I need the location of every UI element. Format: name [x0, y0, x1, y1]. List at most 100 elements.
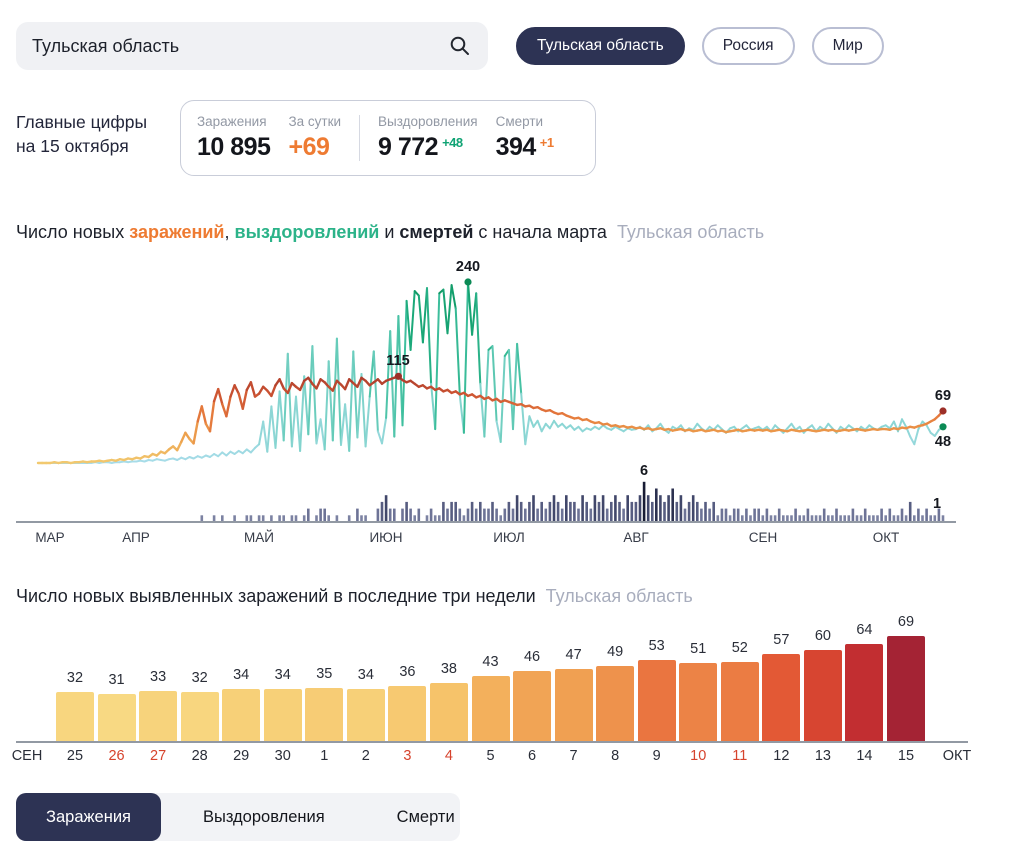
deaths-bar — [868, 515, 871, 522]
series-segment-заражения — [194, 422, 198, 444]
series-segment-выздоровления — [517, 344, 521, 394]
series-segment-выздоровления — [325, 361, 329, 449]
series-end-dot — [395, 373, 402, 380]
deaths-bar — [856, 515, 859, 522]
deaths-bar — [778, 509, 781, 522]
series-segment-выздоровления — [329, 361, 333, 440]
search-input[interactable] — [32, 36, 448, 57]
deaths-bar — [483, 509, 486, 522]
series-segment-выздоровления — [554, 421, 558, 427]
series-segment-выздоровления — [337, 339, 341, 445]
deaths-bar — [839, 515, 842, 522]
deaths-bar — [647, 495, 650, 522]
deaths-bar — [590, 509, 593, 522]
deaths-bar — [655, 489, 658, 523]
deaths-bar — [610, 502, 613, 522]
tab-deaths[interactable]: Смерти — [367, 793, 485, 841]
deaths-bar — [585, 502, 588, 522]
series-segment-заражения — [177, 442, 181, 450]
deaths-bar — [381, 502, 384, 522]
deaths-bar — [389, 509, 392, 522]
tab-infections[interactable]: Заражения — [16, 793, 161, 841]
deaths-bar — [696, 502, 699, 522]
search-box[interactable] — [16, 22, 488, 70]
deaths-bar — [598, 502, 601, 522]
deaths-bar — [635, 502, 638, 522]
recent-bar-value: 43 — [482, 654, 498, 670]
deaths-bar — [659, 495, 662, 522]
series-segment-заражения — [280, 379, 284, 388]
deaths-bar — [557, 502, 560, 522]
deaths-bar — [459, 509, 462, 522]
deaths-bar — [348, 515, 351, 522]
region-pill-world[interactable]: Мир — [812, 27, 884, 65]
title-word-infections: заражений — [129, 222, 224, 242]
series-segment-выздоровления — [284, 354, 288, 441]
recent-bar-value: 34 — [358, 667, 374, 683]
deaths-bar — [553, 495, 556, 522]
deaths-bar — [471, 502, 474, 522]
recent-bar — [430, 683, 468, 741]
series-segment-выздоровления — [452, 285, 456, 308]
series-segment-выздоровления — [468, 282, 472, 335]
month-label: МАР — [35, 530, 64, 545]
month-label: СЕН — [749, 530, 778, 545]
deaths-bar — [897, 515, 900, 522]
series-segment-выздоровления — [267, 406, 271, 451]
recent-bar-date: 8 — [611, 748, 619, 764]
deaths-bar — [315, 515, 318, 522]
axis-start-label: СЕН — [12, 748, 43, 764]
series-segment-выздоровления — [398, 316, 402, 425]
deaths-bar — [921, 515, 924, 522]
recent-bar-value: 33 — [150, 669, 166, 685]
series-segment-выздоровления — [513, 344, 517, 429]
series-annotation: 240 — [456, 259, 480, 275]
deaths-bar — [827, 515, 830, 522]
series-segment-выздоровления — [263, 422, 267, 452]
recent-bar-date: 29 — [233, 748, 249, 764]
deaths-bar — [901, 509, 904, 522]
series-segment-выздоровления — [259, 422, 263, 445]
tab-recoveries[interactable]: Выздоровления — [173, 793, 355, 841]
region-pill-tulskaya-oblast[interactable]: Тульская область — [516, 27, 685, 65]
deaths-bar — [729, 515, 732, 522]
deaths-bar — [303, 515, 306, 522]
series-segment-выздоровления — [411, 291, 415, 350]
series-segment-выздоровления — [693, 424, 697, 430]
recent-bar — [596, 666, 634, 741]
recent-bar-value: 36 — [399, 664, 415, 680]
deaths-bar — [929, 515, 932, 522]
deaths-bar — [618, 502, 621, 522]
series-segment-заражения — [317, 379, 321, 388]
deaths-bar — [680, 495, 683, 522]
deaths-bar — [512, 509, 515, 522]
search-icon[interactable] — [448, 34, 472, 58]
series-segment-выздоровления — [341, 404, 345, 445]
recent-bar-date: 9 — [653, 748, 661, 764]
deaths-bar — [577, 509, 580, 522]
recent-bar-date: 11 — [732, 748, 747, 764]
series-segment-выздоровления — [271, 406, 275, 448]
deaths-bar — [336, 515, 339, 522]
recent-bar-value: 69 — [898, 614, 914, 630]
recent-bar — [845, 644, 883, 741]
deaths-bar — [663, 502, 666, 522]
series-segment-выздоровления — [349, 351, 353, 451]
region-pill-russia[interactable]: Россия — [702, 27, 795, 65]
deaths-annotation: 6 — [640, 463, 648, 479]
recent-bar-value: 34 — [275, 667, 291, 683]
deaths-bar — [291, 515, 294, 522]
deaths-bar — [393, 509, 396, 522]
deaths-bar — [405, 502, 408, 522]
deaths-bar — [626, 495, 629, 522]
deaths-bar — [508, 502, 511, 522]
deaths-bar — [545, 509, 548, 522]
deaths-bar — [872, 515, 875, 522]
deaths-bar — [880, 509, 883, 522]
deaths-bar — [409, 509, 412, 522]
deaths-bar — [360, 515, 363, 522]
series-annotation: 48 — [935, 434, 951, 450]
deaths-bar — [246, 515, 249, 522]
series-segment-выздоровления — [509, 350, 513, 429]
region-switcher: Тульская область Россия Мир — [516, 27, 884, 65]
